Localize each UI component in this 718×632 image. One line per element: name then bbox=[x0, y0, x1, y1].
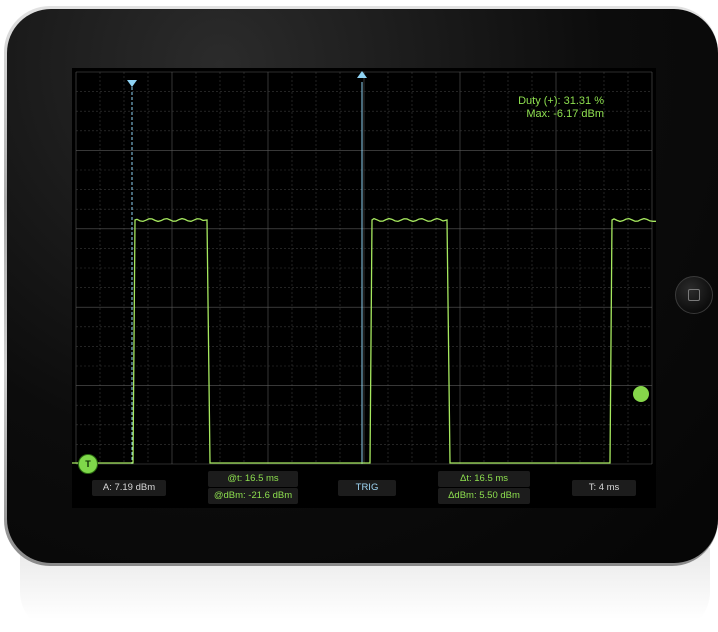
cursor-dbm-readout[interactable]: @dBm: -21.6 dBm bbox=[208, 488, 298, 504]
trig-button[interactable]: TRIG bbox=[338, 480, 396, 496]
trigger-marker[interactable]: T bbox=[78, 454, 98, 474]
oscilloscope-screen[interactable]: Duty (+): 31.31 % Max: -6.17 dBm T A: 7.… bbox=[72, 68, 656, 508]
timebase-readout[interactable]: T: 4 ms bbox=[572, 480, 636, 496]
home-square-icon bbox=[688, 289, 700, 301]
amplitude-readout[interactable]: A: 7.19 dBm bbox=[92, 480, 166, 496]
home-button[interactable] bbox=[675, 276, 713, 314]
delta-dbm-readout[interactable]: ΔdBm: 5.50 dBm bbox=[438, 488, 530, 504]
level-marker-handle[interactable] bbox=[633, 386, 649, 402]
delta-time-readout[interactable]: Δt: 16.5 ms bbox=[438, 471, 530, 487]
cursor-time-readout[interactable]: @t: 16.5 ms bbox=[208, 471, 298, 487]
scope-grid bbox=[75, 71, 653, 465]
max-level-readout: Max: -6.17 dBm bbox=[526, 108, 604, 120]
cursor-1-handle-icon[interactable] bbox=[127, 80, 137, 87]
duty-cycle-readout: Duty (+): 31.31 % bbox=[518, 95, 604, 107]
scope-display[interactable] bbox=[72, 68, 656, 508]
